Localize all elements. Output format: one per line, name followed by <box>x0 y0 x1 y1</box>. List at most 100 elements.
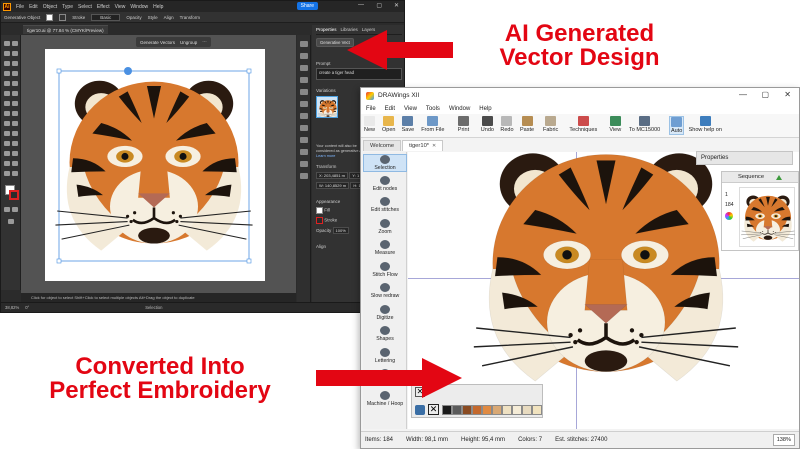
fill-swatch[interactable] <box>46 13 54 21</box>
transform-link[interactable]: Transform <box>180 15 200 20</box>
close-button[interactable]: ✕ <box>784 90 791 99</box>
stroke-color-icon[interactable] <box>9 190 19 200</box>
illustrator-canvas[interactable]: Generate Vectors Ungroup ⋯ <box>21 35 296 295</box>
appearance-stroke-swatch[interactable] <box>316 217 323 225</box>
thread-color-swatch[interactable] <box>522 405 532 415</box>
toolbar-button-techniques[interactable]: Techniques <box>569 116 597 133</box>
eyedropper-tool-icon[interactable] <box>4 141 10 146</box>
tab-close-icon[interactable]: ✕ <box>432 143 436 149</box>
rotate-tool-icon[interactable] <box>4 101 10 106</box>
menu-type[interactable]: Type <box>62 4 73 10</box>
toolbar-button-undo[interactable]: Undo <box>481 116 494 133</box>
close-button[interactable]: ✕ <box>394 2 399 9</box>
thread-color-swatch[interactable] <box>482 405 492 415</box>
symbols-panel-icon[interactable] <box>300 101 308 107</box>
tool-edit-nodes[interactable]: Edit nodes <box>363 175 407 192</box>
menu-edit[interactable]: Edit <box>29 4 38 10</box>
ai-tiger-vector[interactable] <box>45 49 265 281</box>
edit-toolbar-icon[interactable] <box>8 219 14 224</box>
tool-shapes[interactable]: Shapes <box>363 326 407 342</box>
opacity-field[interactable]: 100% <box>332 227 349 235</box>
toolbar-button-paste[interactable]: Paste <box>520 116 534 133</box>
selection-tool-icon[interactable] <box>4 41 10 46</box>
minimize-button[interactable]: — <box>358 2 364 8</box>
toolbar-button-open[interactable]: Open <box>382 116 395 133</box>
style-select[interactable]: Style <box>148 15 158 20</box>
graphic-styles-panel-icon[interactable] <box>300 113 308 119</box>
zoom-dropdown[interactable]: 138% <box>772 434 795 446</box>
zoom-tool-icon[interactable] <box>12 171 18 176</box>
minimize-button[interactable]: — <box>739 90 747 99</box>
tab-tiger10[interactable]: tiger10* ✕ <box>402 140 444 151</box>
toolbar-button-redo[interactable]: Redo <box>500 116 514 133</box>
tool-edit-stitches[interactable]: Edit stitches <box>363 197 407 213</box>
document-tab[interactable]: tiger10.ai @ 77.84 % (CMYK/Preview) <box>23 25 108 34</box>
menu-edit[interactable]: Edit <box>385 106 395 112</box>
magic-wand-tool-icon[interactable] <box>4 51 10 56</box>
thread-color-swatch[interactable] <box>502 405 512 415</box>
column-graph-tool-icon[interactable] <box>12 151 18 156</box>
gradient-tool-icon[interactable] <box>12 131 18 136</box>
screen-mode-icon[interactable] <box>12 207 18 212</box>
align-link[interactable]: Align <box>164 15 174 20</box>
menu-file[interactable]: File <box>366 106 376 112</box>
slice-tool-icon[interactable] <box>12 161 18 166</box>
variation-thumbnail[interactable] <box>316 96 338 118</box>
toolbar-button-to-mc15000[interactable]: To MC15000 <box>629 116 660 133</box>
share-button[interactable]: Share <box>296 2 318 10</box>
menu-effect[interactable]: Effect <box>97 4 110 10</box>
align-panel-icon[interactable] <box>300 173 308 179</box>
thread-color-swatch[interactable] <box>512 405 522 415</box>
draw-mode-icon[interactable] <box>4 207 10 212</box>
color-wheel-icon[interactable] <box>725 212 733 220</box>
shape-builder-tool-icon[interactable] <box>4 121 10 126</box>
tool-measure[interactable]: Measure <box>363 240 407 256</box>
artboard-tool-icon[interactable] <box>4 161 10 166</box>
direct-selection-tool-icon[interactable] <box>12 41 18 46</box>
maximize-button[interactable]: ▢ <box>761 90 769 99</box>
ungroup-button[interactable]: Ungroup <box>180 40 197 45</box>
more-options-icon[interactable]: ⋯ <box>202 39 207 45</box>
thread-color-swatch[interactable] <box>472 405 482 415</box>
pen-tool-icon[interactable] <box>4 61 10 66</box>
hand-tool-icon[interactable] <box>4 171 10 176</box>
menu-window[interactable]: Window <box>130 4 148 10</box>
artboard[interactable] <box>45 49 265 281</box>
libraries-panel-icon[interactable] <box>300 65 308 71</box>
curvature-tool-icon[interactable] <box>12 61 18 66</box>
menu-view[interactable]: View <box>404 106 417 112</box>
tool-zoom[interactable]: Zoom <box>363 218 407 235</box>
line-tool-icon[interactable] <box>12 71 18 76</box>
layers-panel-icon[interactable] <box>300 53 308 59</box>
mesh-tool-icon[interactable] <box>4 131 10 136</box>
toolbar-button-from-file[interactable]: From File <box>421 116 444 133</box>
eraser-tool-icon[interactable] <box>12 91 18 96</box>
width-tool-icon[interactable] <box>4 111 10 116</box>
toolbar-button-print[interactable]: Print <box>458 116 469 133</box>
tab-welcome[interactable]: Welcome <box>363 140 402 151</box>
rotation-angle[interactable]: 0° <box>25 305 29 310</box>
menu-window[interactable]: Window <box>449 106 470 112</box>
sequence-thumbnail[interactable] <box>739 187 796 247</box>
swatches-panel-icon[interactable] <box>300 77 308 83</box>
stroke-panel-icon[interactable] <box>300 125 308 131</box>
gradient-panel-icon[interactable] <box>300 137 308 143</box>
x-field[interactable]: X: 203,4851 m <box>316 172 349 180</box>
thread-color-swatch[interactable] <box>442 405 452 415</box>
generate-vectors-button[interactable]: Generate Vectors <box>140 40 175 45</box>
type-tool-icon[interactable] <box>4 71 10 76</box>
brushes-panel-icon[interactable] <box>300 89 308 95</box>
menu-help[interactable]: Help <box>153 4 163 10</box>
brush-select[interactable]: Basic <box>91 13 121 21</box>
toolbar-button-save[interactable]: Save <box>402 116 414 133</box>
menu-view[interactable]: View <box>115 4 126 10</box>
pencil-tool-icon[interactable] <box>4 91 10 96</box>
tool-stitch-flow[interactable]: Stitch Flow <box>363 261 407 278</box>
toolbar-button-new[interactable]: New <box>364 116 375 133</box>
w-field[interactable]: W: 140,8529 m <box>316 182 350 190</box>
maximize-button[interactable]: ▢ <box>376 2 382 9</box>
thread-color-swatch[interactable] <box>462 405 472 415</box>
lasso-tool-icon[interactable] <box>12 51 18 56</box>
appearance-fill-swatch[interactable] <box>316 207 323 215</box>
properties-panel-icon[interactable] <box>300 41 308 47</box>
